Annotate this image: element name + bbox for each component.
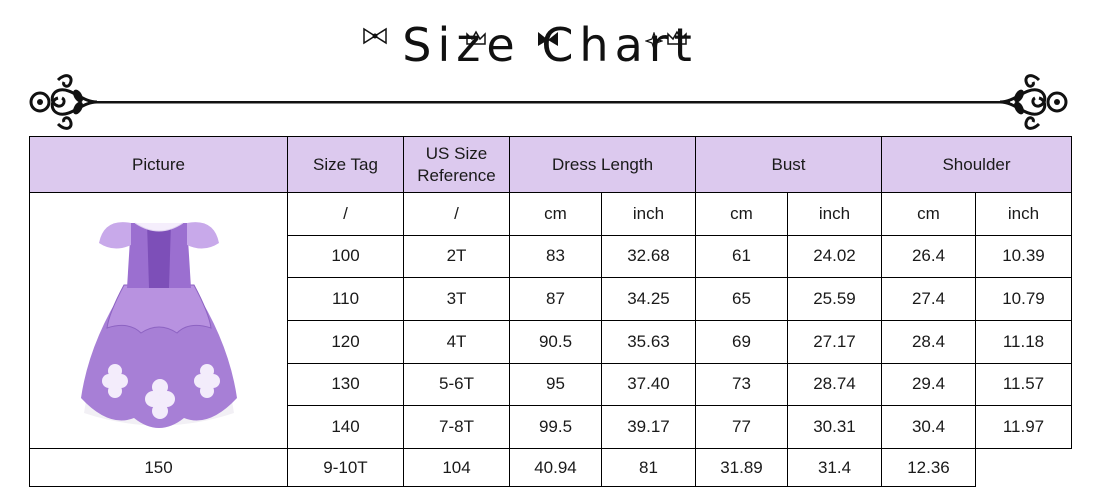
table-cell: 150 (29, 448, 288, 487)
table-cell: 87 (509, 277, 602, 321)
table-cell: 12.36 (881, 448, 976, 487)
table-cell: 37.40 (601, 362, 696, 407)
table-cell: 9-10T (287, 448, 404, 487)
table-cell: 29.4 (881, 362, 976, 407)
table-cell: 24.02 (787, 234, 882, 279)
table-cell: 31.4 (787, 448, 882, 487)
unit-cell: inch (601, 192, 696, 236)
table-cell: 25.59 (787, 277, 882, 321)
table-cell: 28.74 (787, 362, 882, 407)
table-cell: 69 (695, 319, 788, 364)
bow-icon (538, 32, 558, 46)
table-cell: 27.4 (881, 277, 976, 321)
table-cell: 4T (403, 319, 510, 364)
table-cell: 65 (695, 277, 788, 321)
princess-dress-image (80, 222, 237, 428)
table-cell: 35.63 (601, 319, 696, 364)
table-cell: 130 (287, 362, 404, 407)
table-cell: 73 (695, 362, 788, 407)
table-cell: 140 (287, 405, 404, 449)
table-cell: 10.39 (975, 234, 1072, 279)
header-dress-length: Dress Length (509, 136, 696, 193)
table-cell: 99.5 (509, 405, 602, 449)
table-cell: 77 (695, 405, 788, 449)
table-cell: 28.4 (881, 319, 976, 364)
title-divider (90, 101, 1010, 104)
size-table: Picture Size Tag US Size Reference Dress… (29, 136, 1072, 487)
crown-icon (466, 30, 486, 45)
table-cell: 31.89 (695, 448, 788, 487)
table-cell: 90.5 (509, 319, 602, 364)
table-cell: 120 (287, 319, 404, 364)
unit-cell: / (403, 192, 510, 236)
table-cell: 104 (403, 448, 510, 487)
table-cell: 7-8T (403, 405, 510, 449)
table-cell: 32.68 (601, 234, 696, 279)
bow-icon (363, 27, 387, 45)
header-picture: Picture (29, 136, 288, 193)
header-size-tag: Size Tag (287, 136, 404, 193)
unit-cell: cm (695, 192, 788, 236)
table-cell: 40.94 (509, 448, 602, 487)
table-cell: 11.57 (975, 362, 1072, 407)
table-cell: 61 (695, 234, 788, 279)
table-cell: 30.31 (787, 405, 882, 449)
table-cell: 27.17 (787, 319, 882, 364)
header-us-size: US Size Reference (403, 136, 510, 193)
sparkle-icon (645, 32, 663, 50)
table-cell: 26.4 (881, 234, 976, 279)
table-cell: 34.25 (601, 277, 696, 321)
table-cell: 83 (509, 234, 602, 279)
table-cell: 3T (403, 277, 510, 321)
table-cell: 100 (287, 234, 404, 279)
unit-cell: / (287, 192, 404, 236)
scroll-ornament-icon (29, 74, 98, 130)
table-cell: 5-6T (403, 362, 510, 407)
picture-cell (29, 192, 288, 449)
table-cell: 11.18 (975, 319, 1072, 364)
unit-cell: cm (881, 192, 976, 236)
table-cell: 10.79 (975, 277, 1072, 321)
table-cell: 2T (403, 234, 510, 279)
header-shoulder: Shoulder (881, 136, 1072, 193)
header-row: Picture Size Tag US Size Reference Dress… (29, 136, 1072, 193)
header-bust: Bust (695, 136, 882, 193)
table-cell: 30.4 (881, 405, 976, 449)
table-cell: 39.17 (601, 405, 696, 449)
table-cell: 110 (287, 277, 404, 321)
crown-icon (667, 30, 687, 45)
table-row: 150 9-10T 104 40.94 81 31.89 31.4 12.36 (29, 448, 1072, 487)
unit-cell: cm (509, 192, 602, 236)
unit-cell: inch (787, 192, 882, 236)
unit-cell: inch (975, 192, 1072, 236)
scroll-ornament-icon (999, 74, 1068, 130)
table-cell: 11.97 (975, 405, 1072, 449)
table-cell: 81 (601, 448, 696, 487)
table-cell: 95 (509, 362, 602, 407)
